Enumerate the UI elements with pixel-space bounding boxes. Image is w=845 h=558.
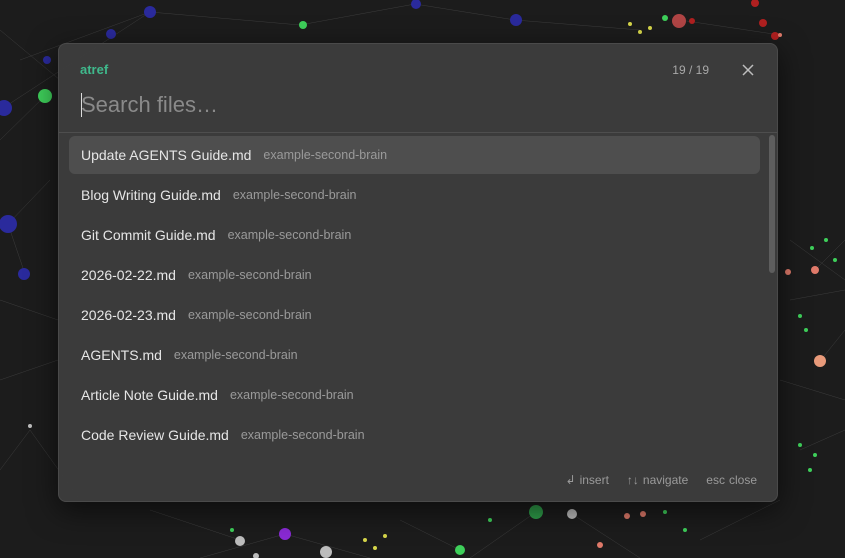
result-item[interactable]: 2026-02-22.md example-second-brain [69,256,760,294]
header-divider [59,132,777,133]
results-list: Update AGENTS Guide.md example-second-bra… [69,136,760,456]
result-filename: Blog Writing Guide.md [81,187,221,203]
close-icon [742,64,754,76]
result-filename: 2026-02-22.md [81,267,176,283]
search-input[interactable] [81,90,681,120]
result-item[interactable]: Git Commit Guide.md example-second-brain [69,216,760,254]
result-item[interactable]: 2026-02-23.md example-second-brain [69,296,760,334]
result-filename: Article Note Guide.md [81,387,218,403]
result-item[interactable]: AGENTS.md example-second-brain [69,336,760,374]
result-vault-path: example-second-brain [187,308,312,322]
result-vault-path: example-second-brain [232,188,357,202]
file-search-modal: atref 19 / 19 Update AGENTS Guide.md exam… [58,43,778,502]
hint-insert-label: insert [579,473,609,487]
result-filename: Update AGENTS Guide.md [81,147,252,163]
modal-header: atref 19 / 19 [80,62,757,80]
result-item[interactable]: Article Note Guide.md example-second-brai… [69,376,760,414]
keyboard-hints: ↲ insert ↑↓ navigate esc close [566,473,757,487]
result-item[interactable]: Code Review Guide.md example-second-brain [69,416,760,454]
result-counter: 19 / 19 [672,63,709,77]
plugin-label: atref [80,62,109,77]
esc-key: esc [706,473,725,487]
results-scrollbar[interactable] [769,135,775,273]
hint-insert: ↲ insert [566,473,609,487]
result-filename: 2026-02-23.md [81,307,176,323]
result-filename: Git Commit Guide.md [81,227,216,243]
result-vault-path: example-second-brain [229,388,354,402]
result-item[interactable]: Blog Writing Guide.md example-second-brai… [69,176,760,214]
result-vault-path: example-second-brain [227,228,352,242]
result-vault-path: example-second-brain [173,348,298,362]
text-caret [81,93,82,117]
result-filename: AGENTS.md [81,347,162,363]
hint-navigate-label: navigate [642,473,689,487]
enter-key-icon: ↲ [565,473,576,487]
result-filename: Code Review Guide.md [81,427,229,443]
result-vault-path: example-second-brain [263,148,388,162]
result-vault-path: example-second-brain [240,428,365,442]
hint-close-label: close [728,473,757,487]
result-item[interactable]: Update AGENTS Guide.md example-second-bra… [69,136,760,174]
result-vault-path: example-second-brain [187,268,312,282]
close-button[interactable] [739,61,757,79]
hint-navigate: ↑↓ navigate [627,473,688,487]
hint-close: esc close [706,473,757,487]
arrow-keys-icon: ↑↓ [626,473,639,487]
